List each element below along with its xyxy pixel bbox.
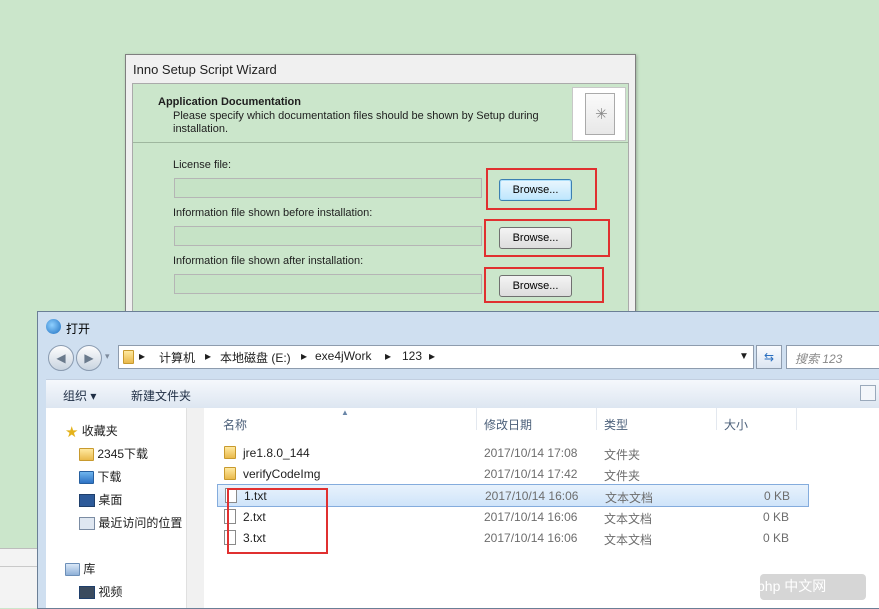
column-divider[interactable] (596, 408, 597, 430)
file-date: 2017/10/14 16:06 (484, 531, 578, 545)
nav-item-label: 最近访问的位置 (98, 516, 183, 530)
address-bar[interactable]: ▸ 计算机 ▸ 本地磁盘 (E:) ▸ exe4jWork ▸ 123 ▸ ▼ (118, 345, 754, 369)
file-row[interactable]: verifyCodeImg 2017/10/14 17:42 文件夹 (218, 463, 808, 484)
nav-item-2345-downloads[interactable]: 2345下载 (79, 445, 148, 462)
recent-places-icon (79, 517, 95, 531)
file-date: 2017/10/14 17:42 (484, 467, 578, 481)
php-cn-watermark: php 中文网 (757, 578, 827, 594)
info-before-field[interactable] (174, 226, 482, 246)
column-type[interactable]: 类型 (604, 416, 628, 433)
star-icon: ★ (65, 423, 79, 441)
search-input[interactable]: 搜索 123 (786, 345, 879, 369)
nav-item-label: 桌面 (98, 493, 123, 507)
address-dropdown-icon[interactable]: ▼ (739, 351, 749, 362)
nav-item-videos[interactable]: 视频 (79, 583, 122, 600)
breadcrumb-drive[interactable]: 本地磁盘 (E:) (220, 349, 291, 366)
info-after-field[interactable] (174, 274, 482, 294)
nav-favorites-label: 收藏夹 (81, 424, 118, 438)
info-before-label: Information file shown before installati… (173, 207, 373, 219)
forward-arrow-icon[interactable]: ▶ (76, 345, 102, 371)
new-folder-button[interactable]: 新建文件夹 (131, 387, 191, 404)
file-size: 0 KB (763, 531, 790, 545)
breadcrumb-computer[interactable]: 计算机 (159, 349, 195, 366)
file-type: 文本文档 (604, 512, 653, 526)
file-date: 2017/10/14 17:08 (484, 446, 578, 460)
back-arrow-icon[interactable]: ◀ (48, 345, 74, 371)
folder-icon (224, 467, 236, 480)
nav-item-downloads[interactable]: 下载 (79, 468, 121, 485)
refresh-icon[interactable]: ⇆ (756, 345, 782, 369)
nav-item-label: 2345下载 (97, 447, 149, 461)
highlight-box (227, 488, 328, 554)
file-name: verifyCodeImg (243, 467, 321, 481)
column-header-row: 名称 ▲ 修改日期 类型 大小 (204, 408, 879, 433)
column-size[interactable]: 大小 (724, 416, 748, 433)
license-file-label: License file: (173, 159, 232, 171)
nav-scrollbar[interactable] (186, 408, 204, 608)
wizard-title: Inno Setup Script Wizard (133, 62, 277, 77)
nav-item-label: 下载 (97, 470, 122, 484)
wizard-heading: Application Documentation (158, 96, 301, 108)
organize-menu[interactable]: 组织 ▾ (63, 387, 96, 404)
folder-icon (224, 446, 236, 459)
file-date: 2017/10/14 16:06 (485, 489, 579, 503)
wizard-logo-icon: ✳ (572, 87, 626, 141)
dialog-app-icon (46, 319, 61, 334)
breadcrumb-separator-icon[interactable]: ▸ (385, 349, 391, 363)
column-name[interactable]: 名称 (223, 416, 247, 433)
file-size: 0 KB (764, 489, 791, 503)
breadcrumb-separator-icon[interactable]: ▸ (429, 349, 435, 363)
highlight-box (486, 168, 597, 210)
info-after-label: Information file shown after installatio… (173, 255, 364, 267)
desktop-icon (79, 494, 95, 508)
wizard-header: Application Documentation Please specify… (133, 84, 628, 143)
view-options-icon[interactable] (860, 385, 876, 401)
nav-libraries-label: 库 (83, 562, 96, 576)
highlight-box (484, 219, 610, 257)
download-folder-icon (79, 471, 94, 485)
video-icon (79, 586, 95, 600)
folder-icon (123, 350, 134, 364)
column-date[interactable]: 修改日期 (484, 416, 532, 433)
column-divider[interactable] (716, 408, 717, 430)
nav-item-recent-places[interactable]: 最近访问的位置 (79, 514, 182, 531)
file-size: 0 KB (763, 510, 790, 524)
nav-libraries[interactable]: 库 (65, 560, 95, 577)
breadcrumb-separator-icon[interactable]: ▸ (301, 349, 307, 363)
file-type: 文件夹 (604, 448, 641, 462)
background-divider (0, 566, 40, 567)
navigation-pane: ★ 收藏夹 2345下载 下载 桌面 最近访问的位置 库 视频 (46, 408, 197, 608)
column-divider[interactable] (476, 408, 477, 430)
folder-icon (79, 448, 94, 462)
breadcrumb-separator-icon[interactable]: ▸ (139, 349, 145, 363)
breadcrumb-exe4jwork[interactable]: exe4jWork (315, 349, 371, 363)
library-icon (65, 563, 80, 577)
column-divider[interactable] (796, 408, 797, 430)
wizard-subtitle: Please specify which documentation files… (173, 110, 539, 135)
file-type: 文本文档 (605, 491, 654, 505)
dialog-toolbar: 组织 ▾ 新建文件夹 (46, 379, 879, 409)
search-placeholder: 搜索 123 (795, 352, 843, 366)
dialog-title: 打开 (66, 322, 91, 336)
sort-ascending-icon: ▲ (341, 408, 349, 417)
breadcrumb-separator-icon[interactable]: ▸ (205, 349, 211, 363)
file-type: 文本文档 (604, 533, 653, 547)
nav-item-label: 视频 (98, 585, 123, 599)
license-file-field[interactable] (174, 178, 482, 198)
highlight-box (484, 267, 604, 303)
breadcrumb-123[interactable]: 123 (402, 349, 422, 363)
history-dropdown-icon[interactable]: ▾ (105, 351, 110, 362)
open-file-dialog: 打开 ◀ ▶ ▾ ▸ 计算机 ▸ 本地磁盘 (E:) ▸ exe4jWork ▸… (37, 311, 879, 609)
nav-favorites[interactable]: ★ 收藏夹 (65, 422, 118, 441)
background-window-fragment (0, 548, 40, 608)
file-name: jre1.8.0_144 (243, 446, 310, 460)
nav-item-desktop[interactable]: 桌面 (79, 491, 122, 508)
file-type: 文件夹 (604, 469, 641, 483)
file-row[interactable]: jre1.8.0_144 2017/10/14 17:08 文件夹 (218, 442, 808, 463)
file-date: 2017/10/14 16:06 (484, 510, 578, 524)
